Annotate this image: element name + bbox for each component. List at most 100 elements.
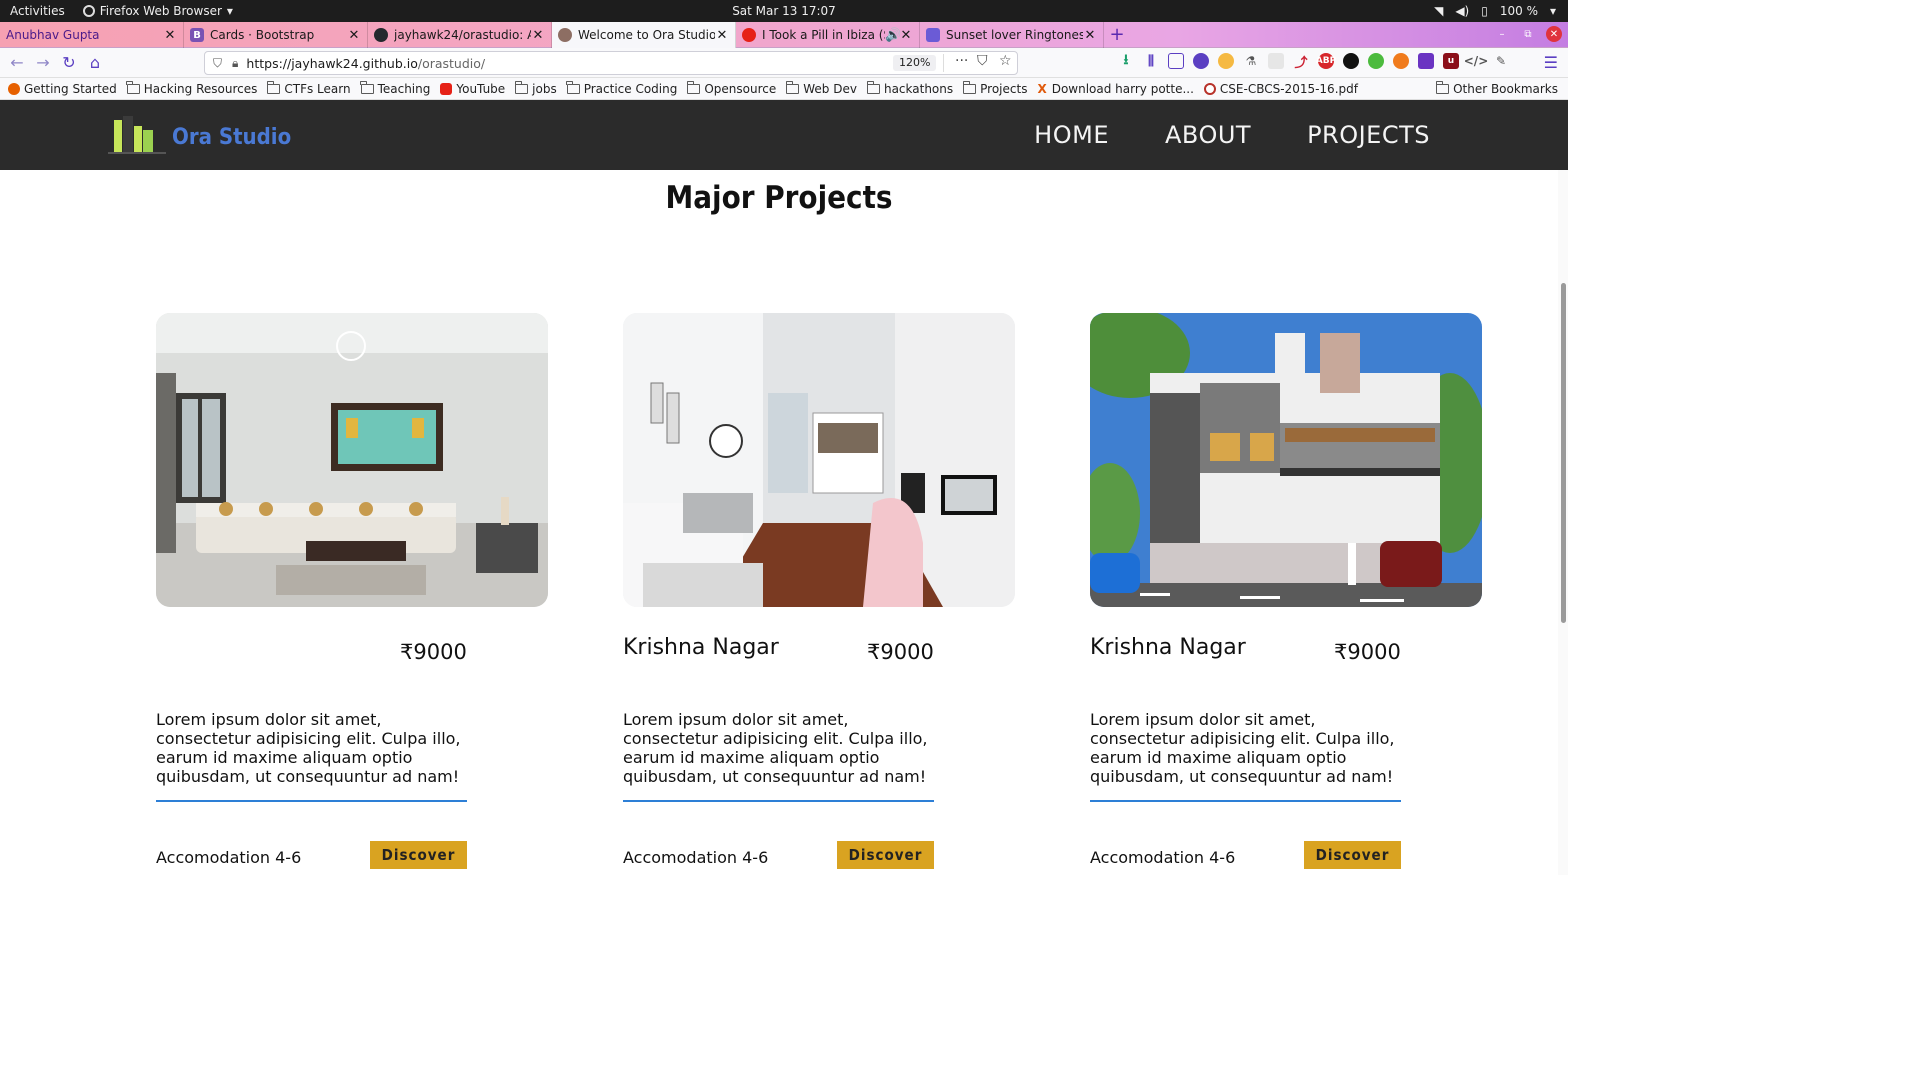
bookmark-hackathons[interactable]: hackathons — [866, 81, 953, 96]
accommodation-label: Accomodation 4-6 — [623, 848, 769, 867]
close-icon[interactable]: ✕ — [347, 28, 361, 43]
bookmark-cse-pdf[interactable]: CSE-CBCS-2015-16.pdf — [1203, 82, 1358, 96]
scrollbar-thumb[interactable] — [1561, 283, 1566, 623]
tab-anubhav-gupta[interactable]: Anubhav Gupta ✕ — [0, 22, 184, 48]
scrollbar[interactable] — [1558, 170, 1568, 875]
extension-purple-icon[interactable] — [1418, 53, 1434, 69]
tab-welcome-ora-studio[interactable]: Welcome to Ora Studio ✕ — [552, 22, 736, 48]
activities-button[interactable]: Activities — [0, 4, 75, 18]
battery-level: 100 % — [1499, 4, 1538, 18]
firefox-icon — [82, 5, 95, 17]
bookmark-opensource[interactable]: Opensource — [686, 81, 776, 96]
bookmark-youtube[interactable]: YouTube — [440, 82, 505, 96]
dark-reader-icon[interactable] — [1343, 53, 1359, 69]
zoom-indicator[interactable]: 120% — [893, 55, 937, 71]
pocket-icon[interactable]: ⛉ — [977, 53, 988, 69]
library-icon[interactable]: ⫼ — [1143, 53, 1159, 69]
project-description: Lorem ipsum dolor sit amet, consectetur … — [156, 710, 461, 786]
tab-title: Sunset lover Ringtones a — [946, 28, 1083, 42]
extension-leech-icon[interactable]: ⚗ — [1243, 53, 1259, 69]
other-bookmarks[interactable]: Other Bookmarks — [1435, 81, 1558, 96]
bookmark-practice-coding[interactable]: Practice Coding — [566, 81, 677, 96]
close-icon[interactable]: ✕ — [715, 28, 729, 43]
home-button[interactable]: ⌂ — [82, 51, 108, 75]
divider — [156, 800, 467, 802]
back-button[interactable]: ← — [4, 51, 30, 75]
tab-github-orastudio[interactable]: jayhawk24/orastudio: Ar ✕ — [368, 22, 552, 48]
clock[interactable]: Sat Mar 13 17:07 — [0, 4, 1568, 18]
discover-button[interactable]: Discover — [1304, 841, 1401, 869]
project-card: Krishna Nagar ₹9000 Lorem ipsum dolor si… — [623, 313, 1015, 869]
project-name: Krishna Nagar — [1090, 635, 1246, 660]
divider — [1090, 800, 1401, 802]
devtools-icon[interactable]: </> — [1464, 53, 1489, 69]
tab-ringtones[interactable]: Sunset lover Ringtones a ✕ — [920, 22, 1104, 48]
project-card: ₹9000 Lorem ipsum dolor sit amet, consec… — [156, 313, 548, 869]
bookmark-web-dev[interactable]: Web Dev — [785, 81, 857, 96]
eyedropper-icon[interactable]: ✎ — [1493, 53, 1509, 69]
divider — [943, 54, 944, 72]
folder-icon — [785, 81, 800, 94]
close-window-icon[interactable]: ✕ — [1546, 26, 1562, 42]
app-menu[interactable]: Firefox Web Browser ▾ — [82, 4, 233, 18]
discover-button[interactable]: Discover — [837, 841, 934, 869]
system-top-bar: Activities Firefox Web Browser ▾ Sat Mar… — [0, 0, 1568, 22]
caret-down-icon: ▾ — [226, 4, 233, 18]
close-icon[interactable]: ✕ — [899, 28, 913, 43]
close-icon[interactable]: ✕ — [531, 28, 545, 43]
brand-name: Ora Studio — [172, 125, 292, 150]
extension-orange-icon[interactable] — [1393, 53, 1409, 69]
battery-icon: ▯ — [1481, 4, 1488, 18]
chevron-down-icon: ▾ — [1549, 4, 1556, 18]
tab-title: I Took a Pill in Ibiza (Se — [762, 28, 885, 42]
bookmark-getting-started[interactable]: Getting Started — [8, 82, 117, 96]
url-bar[interactable]: ⛉ 🔒︎ https://jayhawk24.github.io/orastud… — [204, 51, 1018, 75]
download-icon[interactable]: ⭳ — [1118, 52, 1134, 69]
extension-green-icon[interactable] — [1368, 53, 1384, 69]
nav-projects[interactable]: PROJECTS — [1279, 115, 1458, 155]
tab-bootstrap-cards[interactable]: B Cards · Bootstrap ✕ — [184, 22, 368, 48]
folder-icon — [1435, 81, 1450, 94]
hamburger-menu-icon[interactable]: ☰ — [1544, 53, 1558, 72]
bookmark-star-icon[interactable]: ☆ — [999, 53, 1012, 69]
nav-about[interactable]: ABOUT — [1137, 115, 1279, 155]
new-tab-button[interactable]: + — [1104, 22, 1130, 47]
bookmark-teaching[interactable]: Teaching — [360, 81, 430, 96]
close-icon[interactable]: ✕ — [1083, 28, 1097, 43]
tab-youtube-ibiza[interactable]: I Took a Pill in Ibiza (Se 🔊 ✕ — [736, 22, 920, 48]
bookmark-download-harry-potter[interactable]: X Download harry potte... — [1037, 82, 1193, 96]
project-name: Krishna Nagar — [623, 635, 779, 660]
bookmark-ctfs-learn[interactable]: CTFs Learn — [266, 81, 351, 96]
site-logo[interactable]: Ora Studio — [100, 112, 292, 154]
restore-icon[interactable]: ⧉ — [1520, 26, 1536, 42]
reload-button[interactable]: ↻ — [56, 51, 82, 75]
tab-title: jayhawk24/orastudio: Ar — [394, 28, 531, 42]
site-nav-links: HOME ABOUT PROJECTS — [1006, 100, 1458, 170]
account-icon[interactable] — [1193, 53, 1209, 69]
system-tray[interactable]: ◥ ◀) ▯ 100 % ▾ — [1434, 4, 1568, 18]
forward-button[interactable]: → — [30, 51, 56, 75]
minimize-icon[interactable]: – — [1494, 26, 1510, 42]
discover-button[interactable]: Discover — [370, 841, 467, 869]
tracking-shield-icon[interactable]: ⛉ — [213, 56, 222, 71]
wifi-icon: ◥ — [1434, 4, 1444, 18]
bookmark-projects[interactable]: Projects — [962, 81, 1027, 96]
speaker-icon[interactable]: 🔊 — [885, 28, 901, 43]
sidebar-icon[interactable] — [1168, 53, 1184, 69]
lock-icon[interactable]: 🔒︎ — [232, 56, 238, 71]
nav-home[interactable]: HOME — [1006, 115, 1137, 155]
bookmark-jobs[interactable]: jobs — [514, 81, 557, 96]
url-text[interactable]: https://jayhawk24.github.io/orastudio/ — [246, 56, 485, 71]
extension-share-icon[interactable]: ⤴ — [1293, 53, 1309, 71]
adblock-icon[interactable]: ABP — [1316, 53, 1336, 69]
ublock-icon[interactable]: u — [1443, 53, 1459, 69]
bookmark-hacking-resources[interactable]: Hacking Resources — [126, 81, 257, 96]
buildings-logo-icon — [100, 112, 168, 154]
project-price: ₹9000 — [867, 640, 934, 664]
app-name: Firefox Web Browser — [99, 4, 222, 18]
firefox-icon — [8, 82, 20, 95]
extension-container-icon[interactable] — [1218, 53, 1234, 69]
extension-grid-icon[interactable] — [1268, 53, 1284, 69]
page-actions-icon[interactable]: ··· — [955, 53, 968, 69]
close-icon[interactable]: ✕ — [163, 28, 177, 43]
